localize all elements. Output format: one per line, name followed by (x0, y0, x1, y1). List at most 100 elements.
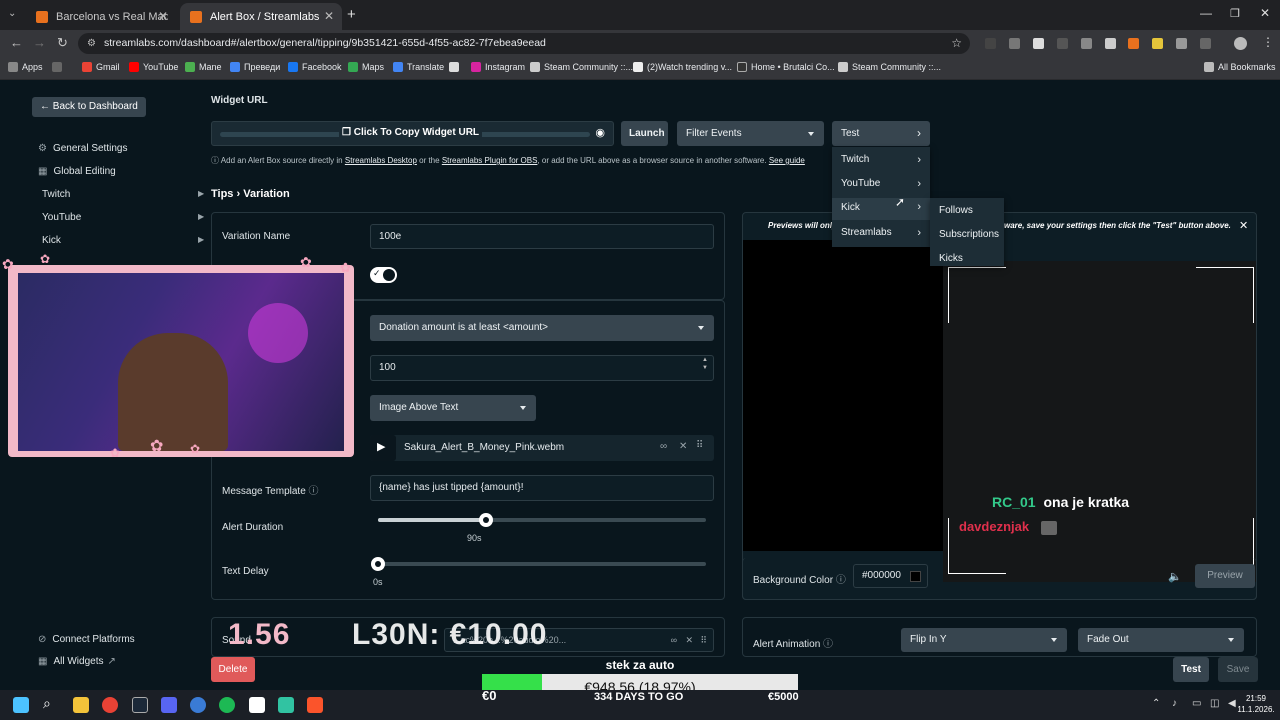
volume-icon[interactable]: 🔈 (1168, 570, 1182, 583)
chrome-icon[interactable] (102, 697, 118, 713)
menu-item-kick[interactable]: Kick › (832, 198, 930, 220)
condition-select[interactable]: Donation amount is at least <amount> (370, 315, 714, 341)
sidebar-item-general-settings[interactable]: ⚙ General Settings (38, 143, 127, 154)
restore-icon[interactable]: ❐ (1230, 7, 1240, 20)
bookmark-gmail[interactable]: Gmail (82, 62, 120, 72)
submenu-item-subscriptions[interactable]: Subscriptions (930, 229, 1004, 240)
bookmark-star-icon[interactable]: ☆ (951, 33, 962, 54)
bookmark-youtube[interactable]: YouTube (129, 62, 178, 72)
back-to-dashboard-button[interactable]: ← Back to Dashboard (32, 97, 146, 117)
bookmark-tiktok[interactable]: (2)Watch trending v... (633, 62, 732, 72)
bookmark-grid[interactable] (52, 62, 66, 72)
brave-icon[interactable] (307, 697, 323, 713)
text-delay-handle[interactable] (371, 557, 385, 571)
forward-arrow-icon[interactable]: → (33, 35, 46, 50)
back-arrow-icon[interactable]: ← (10, 35, 23, 50)
amount-input[interactable]: 100 ▲ ▼ (370, 355, 714, 381)
drag-handle-icon[interactable]: ⠿ (696, 440, 703, 451)
menu-item-youtube[interactable]: YouTube › (832, 178, 930, 190)
animation-out-select[interactable]: Fade Out (1078, 628, 1244, 652)
streamlabs-icon[interactable] (278, 697, 294, 713)
sidebar-item-twitch[interactable]: Twitch ▶ (42, 189, 212, 200)
variation-name-input[interactable]: 100e (370, 224, 714, 249)
sidebar-item-global-editing[interactable]: ▦ Global Editing (38, 166, 116, 177)
preview-button[interactable]: Preview (1195, 564, 1255, 588)
menu-item-streamlabs[interactable]: Streamlabs › (832, 227, 930, 239)
reload-icon[interactable]: ↻ (57, 35, 68, 51)
test-bottom-button[interactable]: Test (1173, 657, 1209, 682)
sidebar-item-kick[interactable]: Kick ▶ (42, 235, 212, 246)
bookmark-apps[interactable]: Apps (8, 62, 43, 72)
submenu-item-kicks[interactable]: Kicks (930, 253, 1004, 264)
avatar[interactable] (1234, 37, 1247, 50)
save-button[interactable]: Save (1218, 657, 1258, 682)
link-icon[interactable]: ∞ (671, 629, 677, 651)
bookmark-facebook[interactable]: Facebook (288, 62, 342, 72)
all-bookmarks-folder[interactable]: All Bookmarks (1204, 62, 1276, 72)
extension-icon[interactable] (985, 38, 996, 49)
windows-start-icon[interactable] (13, 697, 29, 713)
close-window-icon[interactable]: ✕ (1260, 6, 1270, 20)
tray-chevron-icon[interactable]: ⌃ (1152, 698, 1160, 709)
background-color-input[interactable]: #000000 (853, 564, 928, 588)
app-icon[interactable] (190, 697, 206, 713)
remove-icon[interactable]: ✕ (685, 629, 693, 651)
link-streamlabs-desktop[interactable]: Streamlabs Desktop (345, 156, 417, 165)
url-input[interactable]: ⚙ streamlabs.com/dashboard#/alertbox/gen… (78, 33, 970, 54)
bookmark-steam[interactable] (449, 62, 463, 72)
bookmark-mane[interactable]: Mane (185, 62, 222, 72)
remove-icon[interactable]: ✕ (679, 441, 687, 452)
bookmark-steam-community[interactable]: Steam Community ::... (530, 62, 633, 72)
extension-icon[interactable] (1057, 38, 1068, 49)
search-icon[interactable]: ⌕ (43, 695, 59, 711)
test-button[interactable]: Test › (832, 121, 930, 146)
menu-item-twitch[interactable]: Twitch › (832, 154, 930, 166)
close-tab-icon[interactable]: ✕ (324, 9, 334, 23)
spotify-icon[interactable] (219, 697, 235, 713)
link-see-guide[interactable]: See guide (769, 156, 805, 165)
extension-icon[interactable] (1081, 38, 1092, 49)
minimize-icon[interactable]: — (1200, 6, 1212, 20)
more-menu-icon[interactable]: ⋮ (1262, 35, 1274, 49)
connect-platforms-link[interactable]: ⊘ Connect Platforms (38, 634, 135, 645)
extension-icon[interactable] (1128, 38, 1139, 49)
bookmark-translate-ru[interactable]: Преведи (230, 62, 280, 72)
layout-select[interactable]: Image Above Text (370, 395, 536, 421)
stepper-icon[interactable]: ▲ ▼ (702, 356, 708, 372)
discord-icon[interactable] (161, 697, 177, 713)
site-info-icon[interactable]: ⚙ (87, 33, 96, 54)
bookmark-brutalci[interactable]: Home • Brutalci Co... (737, 62, 835, 72)
microphone-icon[interactable]: ♪ (1172, 698, 1177, 709)
extension-icon[interactable] (1009, 38, 1020, 49)
drag-handle-icon[interactable]: ⠿ (700, 629, 707, 651)
file-explorer-icon[interactable] (73, 697, 89, 713)
extension-icon[interactable] (1176, 38, 1187, 49)
text-delay-slider[interactable] (378, 562, 706, 566)
bookmark-instagram[interactable]: Instagram (471, 62, 525, 72)
extension-icon[interactable] (1105, 38, 1116, 49)
tab-alert-box[interactable]: Alert Box / Streamlabs ✕ (180, 3, 342, 30)
display-icon[interactable]: ▭ (1192, 698, 1201, 709)
copy-url-button[interactable]: ❐ Click To Copy Widget URL (339, 127, 483, 138)
capcut-icon[interactable] (249, 697, 265, 713)
eye-icon[interactable]: ◉ (595, 126, 605, 139)
puzzle-icon[interactable] (1200, 38, 1211, 49)
new-tab-button[interactable]: + (347, 6, 356, 23)
bookmark-translate[interactable]: Translate (393, 62, 444, 72)
submenu-item-follows[interactable]: Follows (930, 205, 1004, 216)
filter-events-select[interactable]: Filter Events (677, 121, 824, 146)
extension-icon[interactable] (1033, 38, 1044, 49)
tab-barcelona[interactable]: Barcelona vs Real Madrid Live S ✕ (26, 3, 176, 30)
enabled-toggle[interactable]: ✓ (370, 267, 397, 283)
network-icon[interactable]: ◫ (1210, 698, 1219, 709)
tab-list-icon[interactable]: ⌄ (8, 8, 16, 19)
animation-in-select[interactable]: Flip In Y (901, 628, 1067, 652)
close-tab-icon[interactable]: ✕ (158, 9, 168, 23)
delete-button[interactable]: Delete (211, 657, 255, 682)
color-swatch[interactable] (910, 571, 921, 582)
close-notice-icon[interactable]: ✕ (1239, 219, 1248, 232)
link-icon[interactable]: ∞ (660, 441, 667, 452)
launch-button[interactable]: Launch (621, 121, 668, 146)
steam-icon[interactable] (132, 697, 148, 713)
extension-icon[interactable] (1152, 38, 1163, 49)
